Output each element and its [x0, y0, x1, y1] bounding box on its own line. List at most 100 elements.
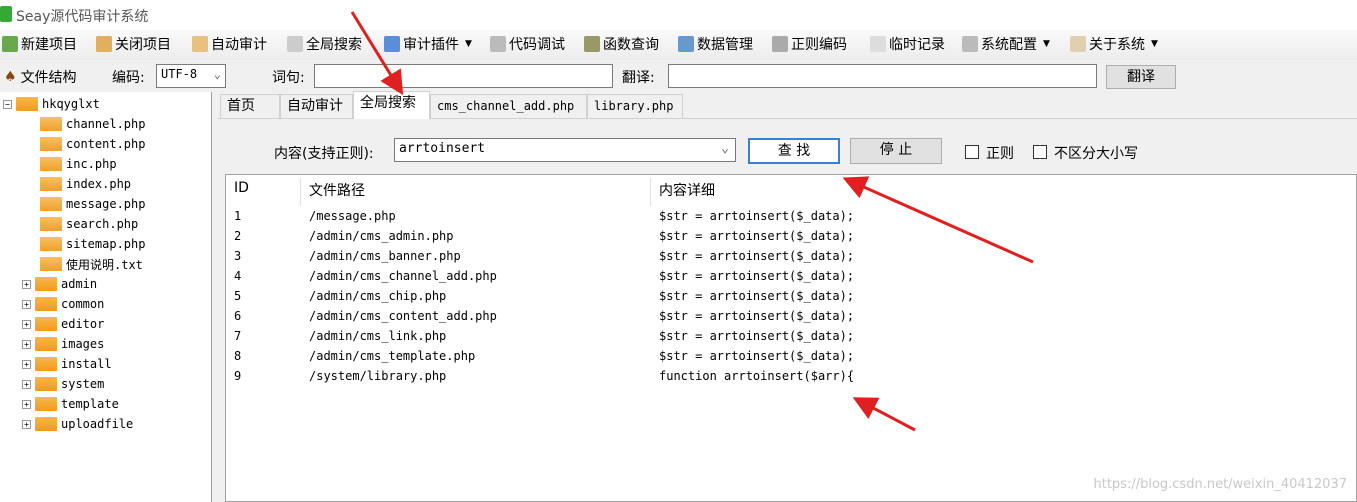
tree-icon: ♠ [4, 69, 17, 85]
toolbar-button-2[interactable]: 自动审计 [192, 34, 267, 54]
toolbar-label: 临时记录 [889, 37, 945, 53]
case-insensitive-checkbox[interactable] [1033, 145, 1047, 159]
toolbar-label: 数据管理 [697, 37, 753, 53]
row-detail[interactable]: $str = arrtoinsert($_data); [659, 289, 854, 303]
row-detail[interactable]: $str = arrtoinsert($_data); [659, 309, 854, 323]
row-detail[interactable]: $str = arrtoinsert($_data); [659, 249, 854, 263]
folder-icon [35, 317, 57, 331]
row-detail[interactable]: $str = arrtoinsert($_data); [659, 209, 854, 223]
tree-file[interactable]: sitemap.php [40, 235, 145, 253]
about-icon [1070, 36, 1086, 52]
tab-0[interactable]: 首页 [220, 94, 280, 118]
row-path[interactable]: /admin/cms_content_add.php [309, 309, 497, 323]
row-detail[interactable]: $str = arrtoinsert($_data); [659, 349, 854, 363]
tree-folder[interactable]: + template [22, 395, 119, 413]
search-input[interactable]: arrtoinsert ⌄ [394, 138, 736, 162]
toolbar-button-11[interactable]: 关于系统 ▼ [1070, 34, 1158, 54]
tree-folder[interactable]: + uploadfile [22, 415, 133, 433]
tree-file[interactable]: content.php [40, 135, 145, 153]
row-detail[interactable]: $str = arrtoinsert($_data); [659, 329, 854, 343]
folder-icon [35, 277, 57, 291]
toolbar-button-5[interactable]: 代码调试 [490, 34, 565, 54]
regex-checkbox[interactable] [965, 145, 979, 159]
plugin-icon [384, 36, 400, 52]
column-header-detail[interactable]: 内容详细 [659, 180, 715, 200]
regex-icon [772, 36, 788, 52]
column-divider[interactable] [650, 178, 651, 206]
row-path[interactable]: /system/library.php [309, 369, 446, 383]
row-path[interactable]: /admin/cms_template.php [309, 349, 475, 363]
row-id[interactable]: 4 [234, 269, 241, 283]
function-search-icon [584, 36, 600, 52]
tree-label: inc.php [66, 157, 117, 171]
toolbar-button-4[interactable]: 审计插件 ▼ [384, 34, 472, 54]
word-input[interactable] [314, 64, 613, 88]
row-id[interactable]: 9 [234, 369, 241, 383]
row-path[interactable]: /admin/cms_banner.php [309, 249, 461, 263]
file-icon [40, 197, 62, 211]
row-detail[interactable]: $str = arrtoinsert($_data); [659, 229, 854, 243]
find-button[interactable]: 查 找 [748, 138, 840, 164]
tree-folder[interactable]: + images [22, 335, 104, 353]
row-id[interactable]: 1 [234, 209, 241, 223]
row-detail[interactable]: function arrtoinsert($arr){ [659, 369, 854, 383]
row-id[interactable]: 3 [234, 249, 241, 263]
tree-file[interactable]: search.php [40, 215, 138, 233]
tab-1[interactable]: 自动审计 [280, 94, 353, 118]
folder-icon [35, 397, 57, 411]
row-path[interactable]: /admin/cms_chip.php [309, 289, 446, 303]
tree-label: sitemap.php [66, 237, 146, 251]
tree-file[interactable]: inc.php [40, 155, 117, 173]
row-id[interactable]: 5 [234, 289, 241, 303]
toolbar-button-3[interactable]: 全局搜索 [287, 34, 362, 54]
row-detail[interactable]: $str = arrtoinsert($_data); [659, 269, 854, 283]
tree-folder[interactable]: + editor [22, 315, 104, 333]
column-divider[interactable] [300, 178, 301, 206]
tree-file[interactable]: channel.php [40, 115, 145, 133]
watermark: https://blog.csdn.net/weixin_40412037 [1093, 477, 1347, 492]
translate-button[interactable]: 翻译 [1106, 65, 1176, 89]
row-id[interactable]: 2 [234, 229, 241, 243]
row-path[interactable]: /admin/cms_channel_add.php [309, 269, 497, 283]
toolbar-label: 全局搜索 [306, 37, 362, 53]
encoding-select[interactable]: UTF-8 ⌄ [156, 64, 226, 88]
file-icon [40, 257, 62, 271]
row-id[interactable]: 6 [234, 309, 241, 323]
row-path[interactable]: /message.php [309, 209, 396, 223]
toolbar-button-7[interactable]: 数据管理 [678, 34, 753, 54]
tree-file[interactable]: 使用说明.txt [40, 255, 143, 273]
toolbar-button-10[interactable]: 系统配置 ▼ [962, 34, 1050, 54]
tree-label: 使用说明.txt [66, 257, 143, 272]
auto-audit-icon [192, 36, 208, 52]
toolbar-button-8[interactable]: 正则编码 [772, 34, 847, 54]
translate-input[interactable] [668, 64, 1097, 88]
row-path[interactable]: /admin/cms_link.php [309, 329, 446, 343]
toolbar-button-0[interactable]: 新建项目 [2, 34, 77, 54]
tree-folder[interactable]: + admin [22, 275, 97, 293]
row-id[interactable]: 7 [234, 329, 241, 343]
tree-file[interactable]: index.php [40, 175, 131, 193]
tree-folder[interactable]: + common [22, 295, 104, 313]
tree-folder[interactable]: + install [22, 355, 112, 373]
file-tree[interactable]: − hkqyglxt channel.php content.php inc.php in… [0, 92, 212, 502]
tree-folder[interactable]: + system [22, 375, 104, 393]
tab-3[interactable]: cms_channel_add.php [430, 94, 587, 118]
stop-button[interactable]: 停 止 [850, 138, 942, 164]
toolbar-button-6[interactable]: 函数查询 [584, 34, 659, 54]
tree-file[interactable]: message.php [40, 195, 145, 213]
tree-label: index.php [66, 177, 132, 191]
column-header-path[interactable]: 文件路径 [309, 180, 365, 200]
column-header-id[interactable]: ID [234, 180, 249, 196]
data-manage-icon [678, 36, 694, 52]
toolbar-label: 新建项目 [21, 37, 77, 53]
row-id[interactable]: 8 [234, 349, 241, 363]
tree-label: install [61, 357, 112, 371]
folder-icon [16, 97, 38, 111]
tab-4[interactable]: library.php [587, 94, 683, 118]
row-path[interactable]: /admin/cms_admin.php [309, 229, 454, 243]
tab-2[interactable]: 全局搜索 [353, 91, 430, 119]
gear-icon [962, 36, 978, 52]
toolbar-button-1[interactable]: 关闭项目 [96, 34, 171, 54]
tree-root[interactable]: − hkqyglxt [3, 95, 100, 113]
toolbar-button-9[interactable]: 临时记录 [870, 34, 945, 54]
